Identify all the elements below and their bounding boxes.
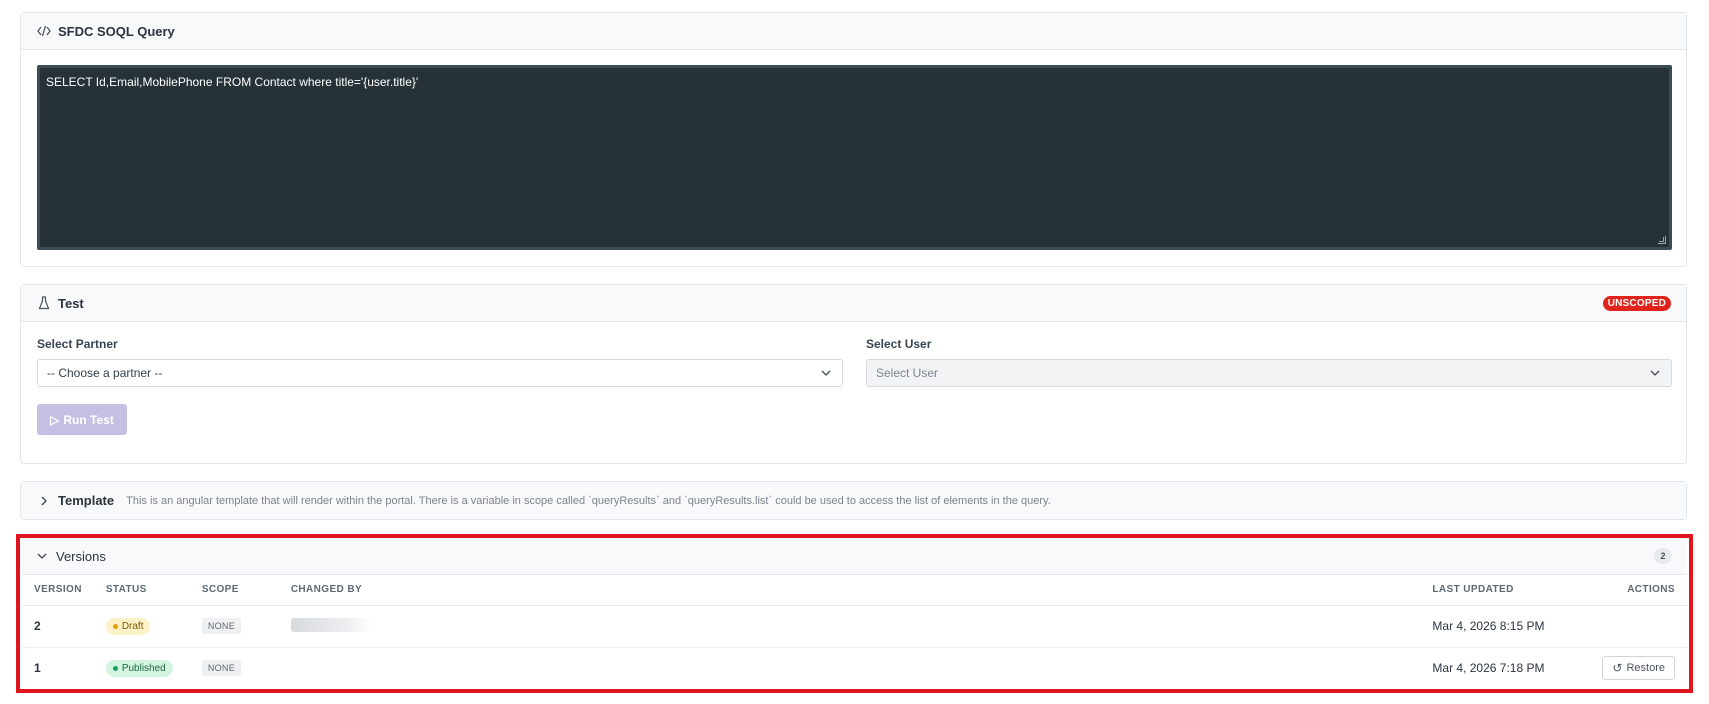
restore-button[interactable]: ↺ Restore — [1602, 656, 1675, 681]
column-version: VERSION — [22, 575, 94, 606]
page: SFDC SOQL Query SELECT Id,Email,MobilePh… — [0, 0, 1709, 704]
run-test-button[interactable]: ▷ Run Test — [37, 404, 127, 435]
chevron-down-icon — [1648, 366, 1662, 380]
user-select[interactable]: Select User — [866, 359, 1672, 387]
play-icon: ▷ — [50, 412, 60, 427]
versions-table-header: VERSION STATUS SCOPE CHANGED BY LAST UPD… — [22, 575, 1687, 606]
soql-query-title: SFDC SOQL Query — [58, 23, 175, 39]
versions-title: Versions — [56, 548, 106, 564]
version-number: 1 — [34, 661, 41, 676]
user-label: Select User — [866, 337, 932, 351]
soql-query-card: SFDC SOQL Query SELECT Id,Email,MobilePh… — [20, 12, 1687, 267]
soql-query-header: SFDC SOQL Query — [21, 13, 1686, 50]
status-badge: Draft — [105, 617, 151, 635]
template-description: This is an angular template that will re… — [126, 494, 1051, 507]
soql-query-editor[interactable]: SELECT Id,Email,MobilePhone FROM Contact… — [37, 65, 1672, 250]
partner-field: Select Partner -- Choose a partner -- — [37, 337, 843, 387]
versions-card: Versions 2 VERSION STATUS SCOPE CHANGED … — [22, 538, 1687, 689]
resize-handle[interactable] — [1658, 236, 1666, 244]
versions-table: VERSION STATUS SCOPE CHANGED BY LAST UPD… — [22, 575, 1687, 689]
test-body: Select Partner -- Choose a partner -- Se… — [21, 322, 1686, 464]
column-status: STATUS — [93, 575, 190, 606]
status-dot-icon — [112, 623, 118, 629]
unscoped-badge: UNSCOPED — [1602, 295, 1671, 311]
changed-by-cell — [278, 605, 1421, 648]
partner-select[interactable]: -- Choose a partner -- — [37, 359, 843, 387]
scope-badge: NONE — [201, 618, 242, 634]
scope-cell: NONE — [189, 605, 279, 648]
column-changed-by: CHANGED BY — [278, 575, 1421, 606]
status-cell: Published — [94, 647, 190, 689]
versions-header[interactable]: Versions 2 — [22, 538, 1687, 575]
flask-icon — [36, 295, 52, 311]
versions-count-badge: 2 — [1654, 548, 1672, 564]
status-cell: Draft — [93, 605, 190, 648]
user-select-value: Select User — [876, 366, 939, 380]
template-card[interactable]: Template This is an angular template tha… — [20, 481, 1687, 520]
restore-icon: ↺ — [1612, 661, 1623, 676]
status-dot-icon — [112, 665, 118, 671]
last-updated-cell: Mar 4, 2026 8:15 PM — [1420, 605, 1591, 648]
column-last-updated: LAST UPDATED — [1420, 575, 1591, 606]
chevron-right-icon — [36, 493, 52, 509]
test-header: Test UNSCOPED — [21, 285, 1686, 322]
status-label: Draft — [121, 620, 144, 632]
soql-query-text: SELECT Id,Email,MobilePhone FROM Contact… — [46, 75, 419, 89]
chevron-down-icon — [34, 548, 50, 564]
scope-badge: NONE — [201, 660, 242, 677]
soql-query-body: SELECT Id,Email,MobilePhone FROM Contact… — [21, 50, 1686, 265]
status-badge: Published — [105, 659, 173, 677]
chevron-down-icon — [819, 366, 833, 380]
restore-label: Restore — [1626, 662, 1665, 675]
user-field: Select User Select User — [866, 337, 1672, 387]
status-label: Published — [121, 662, 166, 674]
column-scope: SCOPE — [189, 575, 279, 606]
template-title: Template — [58, 493, 115, 508]
test-title: Test — [58, 295, 84, 311]
run-test-label: Run Test — [63, 412, 114, 427]
version-number: 2 — [22, 605, 94, 648]
code-icon — [36, 23, 52, 39]
redacted-user-name — [290, 617, 371, 632]
partner-select-value: -- Choose a partner -- — [47, 366, 163, 380]
scope-cell: NONE — [190, 647, 279, 689]
partner-label: Select Partner — [37, 337, 118, 351]
test-card: Test UNSCOPED Select Partner -- Choose a… — [20, 284, 1687, 464]
actions-cell: ↺ Restore — [1590, 647, 1687, 689]
table-row: 2 Draft NONE Mar 4, 2026 8:15 PM — [22, 605, 1687, 648]
column-actions: ACTIONS — [1590, 575, 1687, 606]
last-updated-cell: Mar 4, 2026 7:18 PM — [1432, 661, 1545, 676]
table-row: 1 Published NONE Mar 4, 2026 7:18 PM ↺ R… — [22, 647, 1687, 689]
changed-by-cell — [279, 647, 1421, 689]
template-header[interactable]: Template This is an angular template tha… — [21, 482, 1686, 519]
actions-cell — [1590, 605, 1687, 648]
